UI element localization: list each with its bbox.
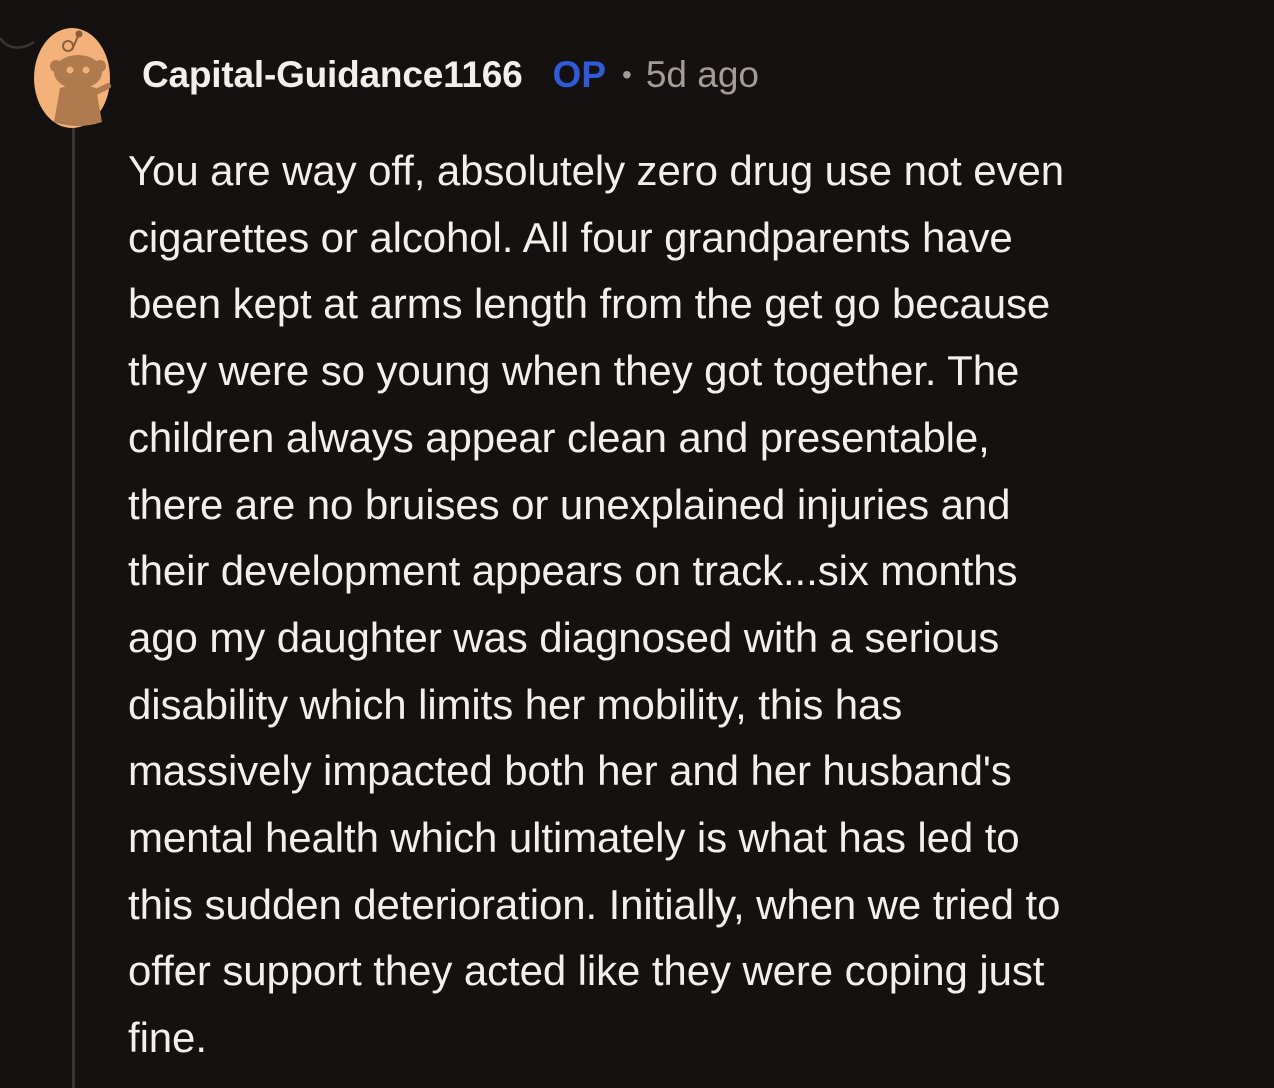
timestamp-link[interactable]: 5d ago — [646, 54, 759, 96]
op-badge: OP — [552, 54, 607, 95]
snoo-avatar-icon[interactable] — [32, 22, 112, 128]
username-link[interactable]: Capital-Guidance1166 — [142, 54, 523, 96]
meta-separator: • — [622, 59, 632, 90]
comment-body: You are way off, absolutely zero drug us… — [128, 147, 1064, 1062]
comment: Capital-Guidance1166 OP • 5d ago You are… — [0, 0, 1274, 1088]
comment-meta: Capital-Guidance1166 OP • 5d ago — [142, 51, 759, 99]
thread-line[interactable] — [72, 126, 75, 1088]
